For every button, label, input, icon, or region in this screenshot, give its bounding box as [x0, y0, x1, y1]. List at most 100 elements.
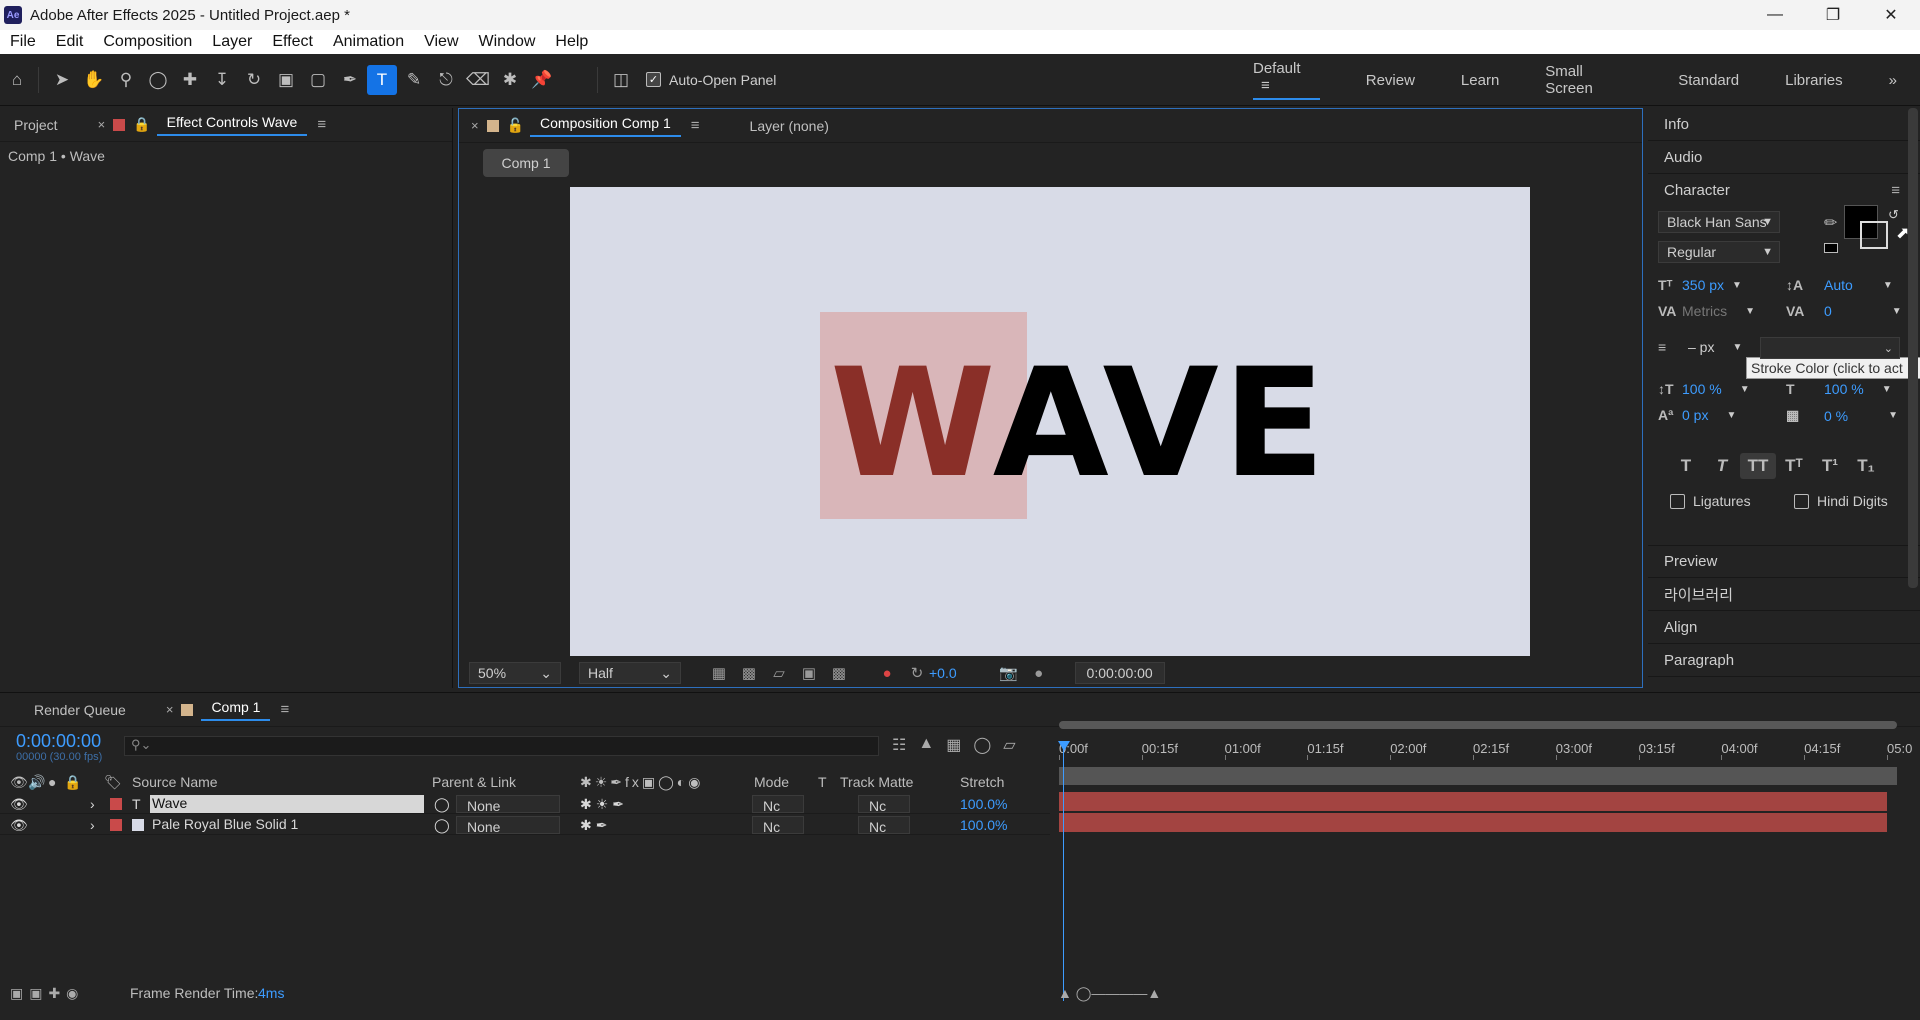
chevron-down-icon[interactable]: ▼ — [1726, 410, 1736, 421]
layer-label-color[interactable] — [110, 819, 122, 831]
all-caps-icon[interactable]: TT — [1740, 453, 1776, 479]
resolution-dropdown[interactable]: Half ⌄ — [579, 662, 681, 684]
hamburger-icon[interactable]: ≡ — [1261, 77, 1270, 94]
source-name-header[interactable]: Source Name — [132, 774, 218, 790]
track-matte-header[interactable]: Track Matte — [840, 774, 913, 790]
eye-icon[interactable]: 👁 — [10, 796, 28, 813]
layer-duration-bar[interactable] — [1059, 813, 1887, 832]
menu-layer[interactable]: Layer — [202, 33, 262, 51]
hamburger-icon[interactable]: ≡ — [1891, 182, 1900, 199]
comp-breadcrumb-button[interactable]: Comp 1 — [483, 149, 569, 177]
paragraph-panel-header[interactable]: Paragraph — [1648, 644, 1920, 677]
pan-behind-tool-icon[interactable]: ▣ — [271, 65, 301, 95]
orbit-camera-icon[interactable]: ◯ — [143, 65, 173, 95]
tracking-value[interactable]: 0 — [1824, 303, 1832, 319]
twirl-chevron-icon[interactable]: › — [90, 817, 95, 833]
pan-camera-icon[interactable]: ✚ — [175, 65, 205, 95]
workspace-learn[interactable]: Learn — [1461, 72, 1499, 89]
work-area-bar[interactable] — [1059, 721, 1897, 729]
graph-editor-icon[interactable]: ▱ — [1003, 735, 1015, 755]
frame-blending-icon[interactable]: ▦ — [946, 735, 961, 755]
chevron-down-icon[interactable]: ▼ — [1732, 342, 1742, 353]
time-graph[interactable]: 0:00f 00:15f 01:00f 01:15f 02:00f 02:15f 03:00… — [1055, 721, 1920, 1001]
subscript-icon[interactable]: T₁ — [1848, 453, 1884, 479]
restore-icon[interactable]: ❐ — [1804, 0, 1862, 30]
info-panel-header[interactable]: Info — [1648, 108, 1920, 141]
hamburger-icon[interactable]: ≡ — [317, 116, 326, 133]
stretch-header[interactable]: Stretch — [960, 774, 1004, 790]
hindi-digits-checkbox[interactable] — [1794, 493, 1809, 509]
ligatures-option[interactable]: Ligatures — [1670, 493, 1751, 509]
hamburger-icon[interactable]: ≡ — [691, 117, 700, 134]
kerning-value[interactable]: Metrics — [1682, 303, 1727, 319]
font-family-dropdown[interactable]: Black Han Sans ▼ — [1658, 211, 1780, 233]
faux-italic-icon[interactable]: T — [1704, 453, 1740, 479]
font-size-value[interactable]: 350 px — [1682, 277, 1724, 293]
menu-animation[interactable]: Animation — [323, 33, 414, 51]
no-color-swatch-icon[interactable] — [1824, 243, 1838, 253]
wave-text-layer[interactable]: WAVE — [830, 337, 1329, 511]
lock-icon[interactable]: 🔓 — [507, 117, 524, 134]
transparency-grid-icon[interactable]: ▩ — [737, 664, 761, 682]
font-style-dropdown[interactable]: Regular ▼ — [1658, 241, 1780, 263]
rotation-tool-icon[interactable]: ↻ — [239, 65, 269, 95]
timeline-current-time[interactable]: 0:00:00:00 — [16, 731, 101, 752]
playhead-handle-icon[interactable] — [1058, 741, 1070, 751]
preview-panel-header[interactable]: Preview — [1648, 545, 1920, 578]
workspace-standard[interactable]: Standard — [1678, 72, 1739, 89]
menu-effect[interactable]: Effect — [262, 33, 323, 51]
status-icons[interactable]: ▣▣✚◉ — [10, 985, 84, 1002]
motion-blur-icon[interactable]: ◯ — [973, 735, 991, 755]
puppet-tool-icon[interactable]: 📌 — [527, 65, 557, 95]
small-caps-icon[interactable]: Tᵀ — [1776, 453, 1812, 479]
composition-viewer[interactable]: WAVE — [570, 187, 1530, 656]
comp-flowchart-icon[interactable]: ☷ — [892, 735, 906, 755]
tab-project[interactable]: Project — [4, 117, 68, 133]
layer-duration-bar[interactable] — [1059, 792, 1887, 811]
show-snapshot-icon[interactable]: ● — [1027, 665, 1051, 682]
layer-switches[interactable]: ✱✒ — [580, 817, 611, 834]
menu-help[interactable]: Help — [545, 33, 598, 51]
swap-colors-icon[interactable]: ↺ — [1888, 207, 1899, 223]
chevron-down-icon[interactable]: ▼ — [1732, 280, 1742, 291]
hand-tool-icon[interactable]: ✋ — [79, 65, 109, 95]
region-of-interest-icon[interactable]: ▣ — [797, 664, 821, 682]
parent-dropdown[interactable]: None — [456, 795, 560, 814]
horizontal-scale-value[interactable]: 100 % — [1824, 381, 1864, 397]
exposure-value[interactable]: +0.0 — [929, 665, 957, 681]
close-icon[interactable]: × — [471, 118, 479, 133]
chevron-down-icon[interactable]: ▼ — [1740, 384, 1750, 395]
mode-dropdown[interactable]: Nc — [752, 795, 804, 814]
layer-switches[interactable]: ✱☀✒ — [580, 796, 628, 813]
snapshot-icon[interactable]: 📷 — [997, 664, 1021, 682]
menu-composition[interactable]: Composition — [93, 33, 202, 51]
close-icon[interactable]: × — [98, 117, 106, 132]
stroke-width-value[interactable]: – px — [1688, 339, 1714, 355]
lock-icon[interactable]: 🔒 — [133, 116, 150, 133]
mode-dropdown[interactable]: Nc — [752, 816, 804, 835]
eye-icon[interactable]: 👁 — [10, 817, 28, 834]
track-matte-dropdown[interactable]: Nc — [858, 816, 910, 835]
eyedropper-icon[interactable]: ✏ — [1824, 213, 1837, 233]
close-icon[interactable]: ✕ — [1862, 0, 1920, 30]
workspace-review[interactable]: Review — [1366, 72, 1415, 89]
workspace-default[interactable]: Default ≡ — [1253, 60, 1320, 100]
layer-label-color[interactable] — [110, 798, 122, 810]
stroke-style-dropdown[interactable]: ⌄ — [1760, 337, 1900, 359]
clone-stamp-tool-icon[interactable]: ⎋ — [431, 65, 461, 95]
menu-window[interactable]: Window — [469, 33, 546, 51]
audio-panel-header[interactable]: Audio — [1648, 141, 1920, 174]
minimize-icon[interactable]: — — [1746, 0, 1804, 30]
track-matte-dropdown[interactable]: Nc — [858, 795, 910, 814]
auto-open-panel-option[interactable]: ✓ Auto-Open Panel — [646, 72, 776, 88]
chevron-down-icon[interactable]: ▼ — [1745, 306, 1755, 317]
roto-brush-tool-icon[interactable]: ✱ — [495, 65, 525, 95]
chevron-down-icon[interactable]: ▼ — [1888, 410, 1898, 421]
shy-layers-icon[interactable]: ▲ — [918, 735, 934, 755]
align-panel-header[interactable]: Align — [1648, 611, 1920, 644]
chevron-double-right-icon[interactable]: » — [1889, 72, 1897, 89]
twirl-chevron-icon[interactable]: › — [90, 796, 95, 812]
mode-header[interactable]: Mode — [754, 774, 789, 790]
zoom-slider[interactable]: ▲ ◯————▲ — [1058, 985, 1161, 1002]
leading-value[interactable]: Auto — [1824, 277, 1853, 293]
